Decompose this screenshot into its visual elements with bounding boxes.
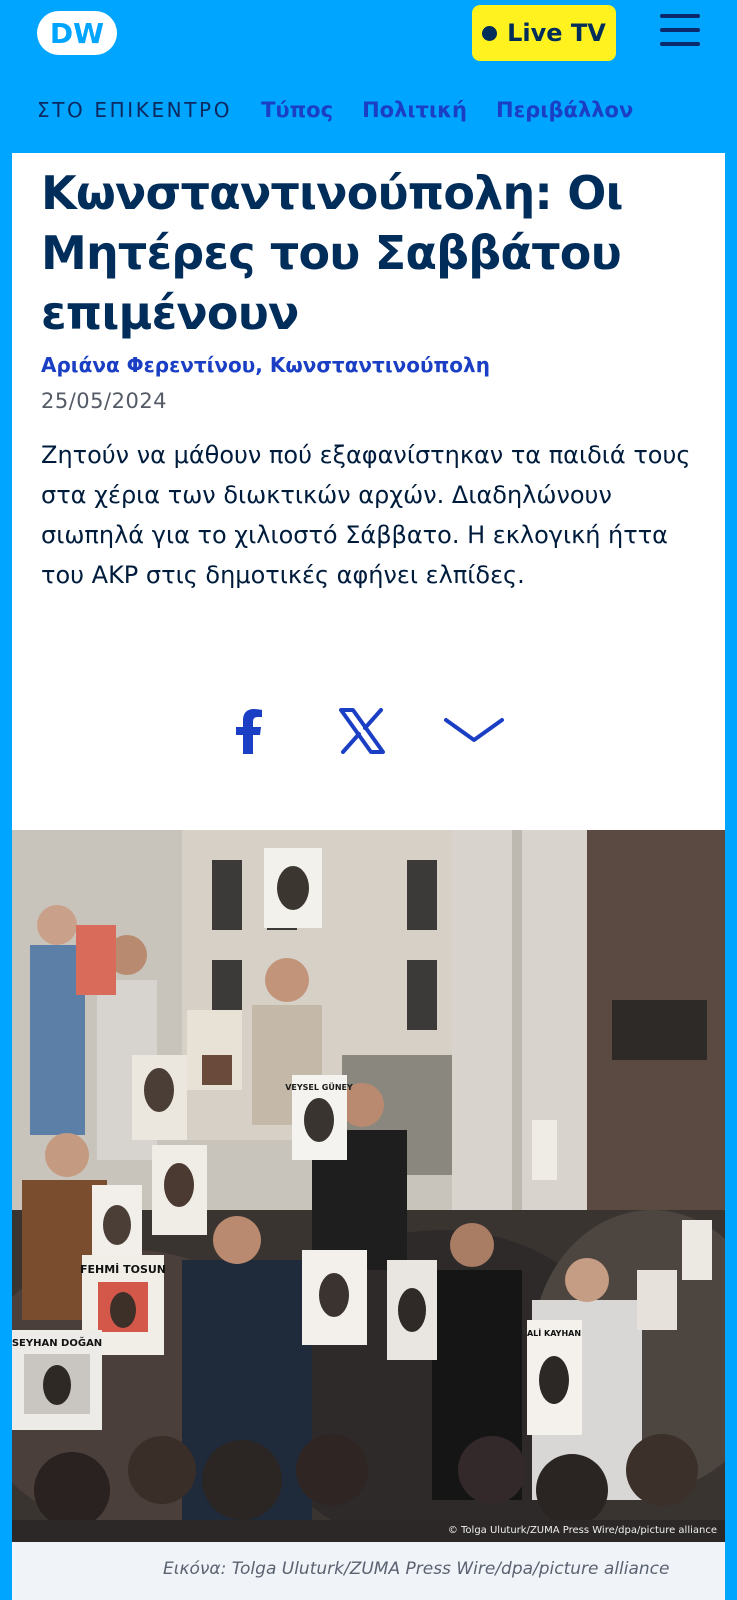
article-photo[interactable]: VEYSEL GÜNEY FEHMİ TOSUN SEYHAN DOĞAN AL… (12, 830, 725, 1542)
facebook-icon[interactable] (234, 708, 264, 754)
topic-nav: ΣΤΟ ΕΠΙΚΕΝΤΡΟ Τύπος Πολιτική Περιβάλλον (37, 98, 662, 122)
photo-caption: Εικόνα: Tolga Uluturk/ZUMA Press Wire/dp… (12, 1542, 725, 1600)
live-dot-icon (482, 25, 498, 41)
article-author[interactable]: Αριάνα Φερεντίνου, Κωνσταντινούπολη (41, 353, 490, 377)
nav-link-perivallon[interactable]: Περιβάλλον (496, 98, 633, 122)
sign-veysel-guney: VEYSEL GÜNEY (285, 1082, 353, 1092)
article-title: Κωνσταντινούπολη: Οι Μητέρες του Σαββάτο… (41, 166, 623, 340)
photo-credit-overlay: © Tolga Uluturk/ZUMA Press Wire/dpa/pict… (447, 1525, 717, 1536)
live-tv-label: Live TV (507, 19, 606, 47)
site-header: DW Live TV ΣΤΟ ΕΠΙΚΕΝΤΡΟ Τύπος Πολιτική … (0, 0, 737, 153)
article-date: 25/05/2024 (41, 389, 168, 413)
nav-link-politiki[interactable]: Πολιτική (362, 98, 467, 122)
photo-caption-text: Εικόνα: Tolga Uluturk/ZUMA Press Wire/dp… (163, 1559, 670, 1579)
live-tv-button[interactable]: Live TV (472, 5, 616, 61)
sign-ali-kayhan: ALİ KAYHAN (527, 1328, 581, 1338)
nav-label: ΣΤΟ ΕΠΙΚΕΝΤΡΟ (37, 98, 233, 122)
hamburger-icon[interactable] (660, 14, 700, 50)
sign-fehmi-tosun: FEHMİ TOSUN (80, 1262, 166, 1276)
sign-seyhan-dogan: SEYHAN DOĞAN (12, 1336, 102, 1349)
x-icon[interactable] (339, 708, 385, 754)
logo-text: DW (50, 17, 104, 50)
dw-logo[interactable]: DW (36, 10, 118, 56)
article-card: Κωνσταντινούπολη: Οι Μητέρες του Σαββάτο… (12, 153, 725, 1600)
article-lead: Ζητούν να μάθουν πού εξαφανίστηκαν τα πα… (41, 441, 691, 589)
chevron-down-icon[interactable] (443, 708, 505, 754)
nav-link-typos[interactable]: Τύπος (261, 98, 333, 122)
